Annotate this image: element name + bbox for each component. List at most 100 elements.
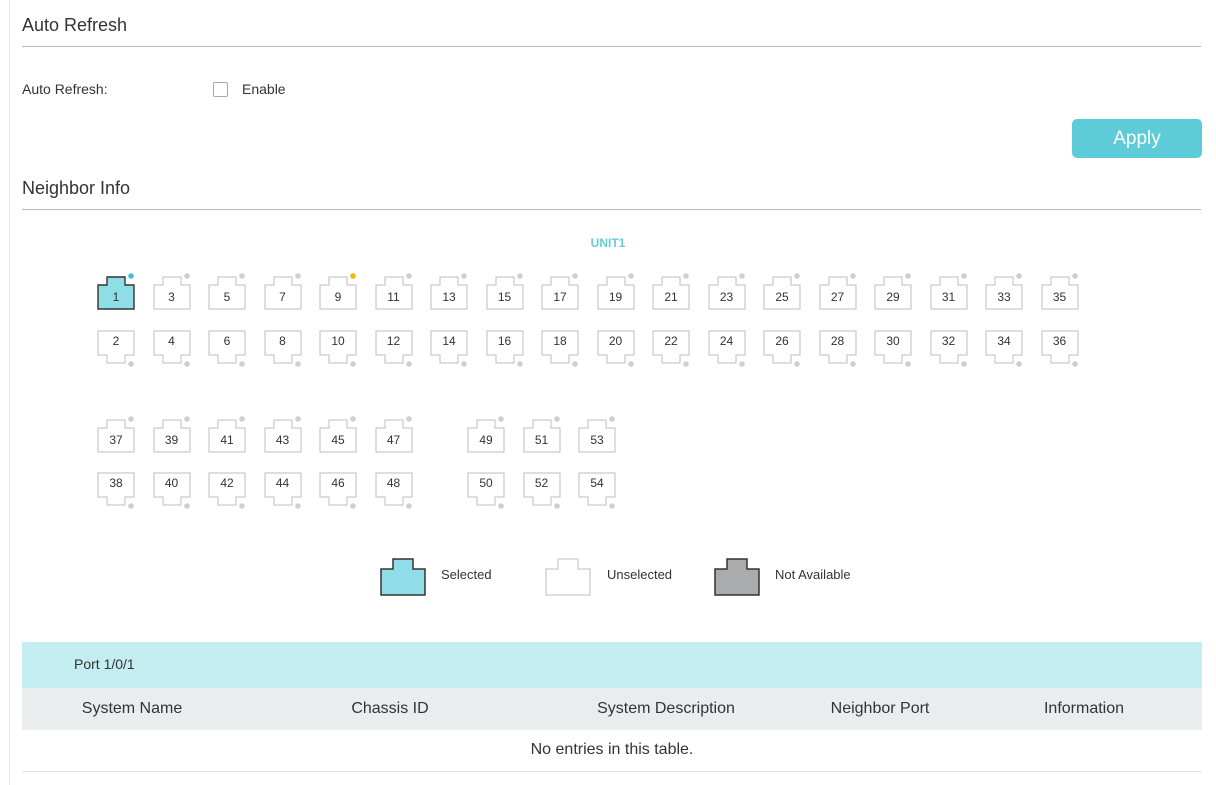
table-empty-row: No entries in this table. xyxy=(22,730,1202,772)
port-number: 45 xyxy=(331,433,345,447)
port-24[interactable]: 24 xyxy=(708,330,746,368)
port-number: 26 xyxy=(775,334,789,348)
port-number: 50 xyxy=(479,476,493,490)
port-number: 20 xyxy=(608,334,623,348)
port-number: 15 xyxy=(497,290,512,304)
port-19[interactable]: 19 xyxy=(597,272,635,310)
port-number: 9 xyxy=(334,290,342,304)
port-12[interactable]: 12 xyxy=(375,330,413,368)
port-16[interactable]: 16 xyxy=(486,330,524,368)
column-neighbor-port: Neighbor Port xyxy=(830,700,930,717)
auto-refresh-enable-checkbox[interactable] xyxy=(213,82,228,97)
neighbor-info-divider xyxy=(22,209,1201,210)
port-13[interactable]: 13 xyxy=(430,272,468,310)
port-20[interactable]: 20 xyxy=(597,330,635,368)
port-52[interactable]: 52 xyxy=(523,472,561,510)
port-40[interactable]: 40 xyxy=(153,472,191,510)
apply-button[interactable]: Apply xyxy=(1072,119,1202,158)
port-3[interactable]: 3 xyxy=(153,272,191,310)
port-49[interactable]: 49 xyxy=(467,415,505,453)
port-18[interactable]: 18 xyxy=(541,330,579,368)
port-26[interactable]: 26 xyxy=(763,330,801,368)
port-36[interactable]: 36 xyxy=(1041,330,1079,368)
port-number: 30 xyxy=(886,334,900,348)
port-9[interactable]: 9 xyxy=(319,272,357,310)
neighbor-table: Port 1/0/1 System Name Chassis ID System… xyxy=(22,642,1202,772)
port-30[interactable]: 30 xyxy=(874,330,912,368)
port-number: 41 xyxy=(220,433,234,447)
port-43[interactable]: 43 xyxy=(264,415,302,453)
port-22[interactable]: 22 xyxy=(652,330,690,368)
port-14[interactable]: 14 xyxy=(430,330,468,368)
port-number: 10 xyxy=(331,334,345,348)
port-37[interactable]: 37 xyxy=(97,415,135,453)
port-2[interactable]: 2 xyxy=(97,330,135,368)
port-41[interactable]: 41 xyxy=(208,415,246,453)
port-number: 51 xyxy=(534,433,549,447)
port-33[interactable]: 33 xyxy=(985,272,1023,310)
port-number: 46 xyxy=(331,476,345,490)
port-17[interactable]: 17 xyxy=(541,272,579,310)
port-6[interactable]: 6 xyxy=(208,330,246,368)
column-chassis-id: Chassis ID xyxy=(351,700,429,717)
port-number: 2 xyxy=(112,334,120,348)
port-21[interactable]: 21 xyxy=(652,272,690,310)
port-53[interactable]: 53 xyxy=(578,415,616,453)
port-number: 6 xyxy=(223,334,231,348)
port-number: 14 xyxy=(442,334,456,348)
port-number: 53 xyxy=(590,433,604,447)
port-38[interactable]: 38 xyxy=(97,472,135,510)
legend-unselected-icon xyxy=(545,556,591,601)
port-number: 17 xyxy=(553,290,567,304)
port-number: 54 xyxy=(590,476,604,490)
port-number: 4 xyxy=(168,334,175,348)
port-number: 8 xyxy=(279,334,286,348)
column-system-description: System Description xyxy=(597,700,735,717)
port-31[interactable]: 31 xyxy=(930,272,968,310)
port-23[interactable]: 23 xyxy=(708,272,746,310)
port-number: 22 xyxy=(664,334,678,348)
port-number: 43 xyxy=(275,433,290,447)
port-number: 28 xyxy=(830,334,845,348)
port-50[interactable]: 50 xyxy=(467,472,505,510)
port-39[interactable]: 39 xyxy=(153,415,191,453)
port-number: 25 xyxy=(775,290,789,304)
port-4[interactable]: 4 xyxy=(153,330,191,368)
port-54[interactable]: 54 xyxy=(578,472,616,510)
port-number: 23 xyxy=(719,290,734,304)
port-number: 49 xyxy=(479,433,493,447)
port-number: 19 xyxy=(608,290,623,304)
port-15[interactable]: 15 xyxy=(486,272,524,310)
port-27[interactable]: 27 xyxy=(819,272,857,310)
port-number: 21 xyxy=(664,290,678,304)
port-5[interactable]: 5 xyxy=(208,272,246,310)
auto-refresh-label: Auto Refresh: xyxy=(22,81,108,97)
port-34[interactable]: 34 xyxy=(985,330,1023,368)
port-47[interactable]: 47 xyxy=(375,415,413,453)
port-45[interactable]: 45 xyxy=(319,415,357,453)
table-column-header-row: System Name Chassis ID System Descriptio… xyxy=(22,688,1202,730)
port-7[interactable]: 7 xyxy=(264,272,302,310)
port-51[interactable]: 51 xyxy=(523,415,561,453)
legend-selected-icon xyxy=(380,556,426,601)
port-8[interactable]: 8 xyxy=(264,330,302,368)
port-42[interactable]: 42 xyxy=(208,472,246,510)
port-32[interactable]: 32 xyxy=(930,330,968,368)
port-28[interactable]: 28 xyxy=(819,330,857,368)
table-port-title: Port 1/0/1 xyxy=(22,642,1202,688)
port-number: 35 xyxy=(1052,290,1067,304)
port-46[interactable]: 46 xyxy=(319,472,357,510)
port-35[interactable]: 35 xyxy=(1041,272,1079,310)
port-10[interactable]: 10 xyxy=(319,330,357,368)
left-border xyxy=(9,0,10,785)
port-11[interactable]: 11 xyxy=(375,272,413,310)
port-25[interactable]: 25 xyxy=(763,272,801,310)
port-number: 24 xyxy=(719,334,734,348)
port-1[interactable]: 1 xyxy=(97,272,135,310)
port-44[interactable]: 44 xyxy=(264,472,302,510)
port-29[interactable]: 29 xyxy=(874,272,912,310)
legend-selected-label: Selected xyxy=(441,567,492,582)
port-48[interactable]: 48 xyxy=(375,472,413,510)
auto-refresh-enable-label[interactable]: Enable xyxy=(242,81,286,97)
port-number: 52 xyxy=(534,476,549,490)
